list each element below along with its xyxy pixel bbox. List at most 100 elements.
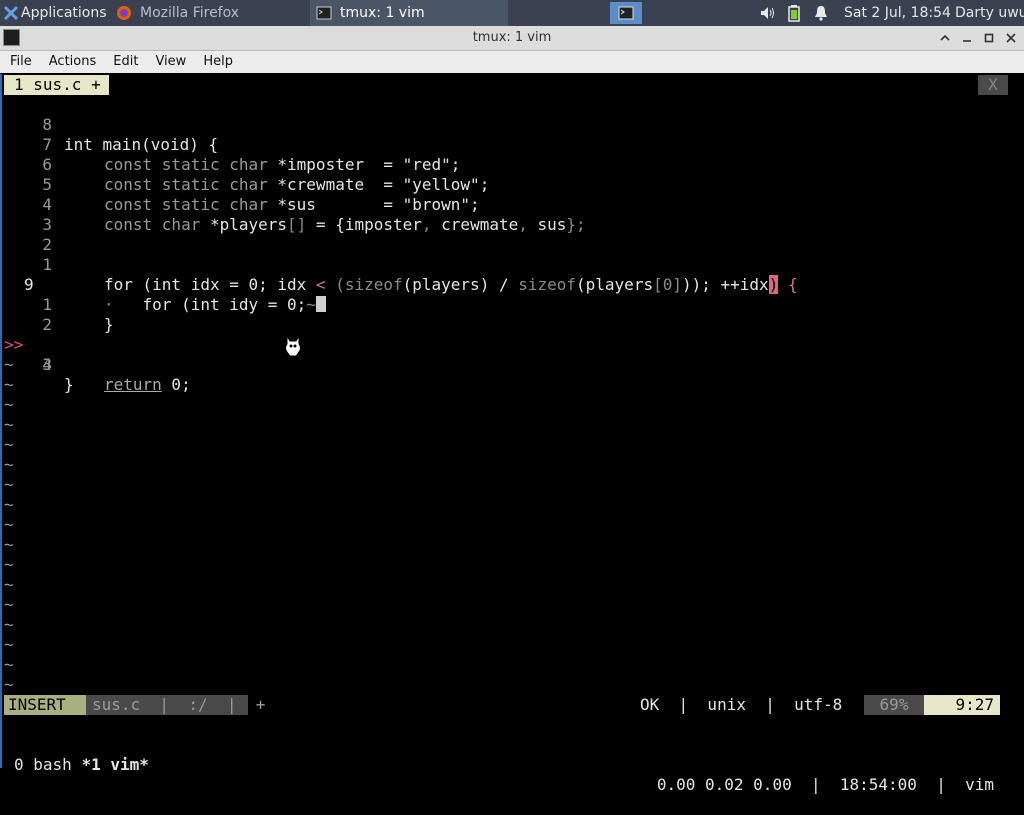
code-text: main(void) { — [92, 135, 219, 154]
statusline-file-format: OK | unix | utf-8 | c — [640, 695, 901, 714]
terminal-window-icon[interactable] — [3, 29, 20, 46]
empty-line-marker: ~ — [4, 555, 14, 574]
keyword-token: const static char — [104, 195, 268, 214]
code-text: (players — [576, 275, 654, 294]
empty-line-marker: ~ — [4, 415, 14, 434]
empty-line-marker: ~ — [4, 595, 14, 614]
battery-icon[interactable] — [787, 4, 801, 22]
close-window-icon[interactable] — [1004, 31, 1018, 45]
empty-line-marker: ~ — [4, 475, 14, 494]
menu-help[interactable]: Help — [196, 51, 240, 73]
code-line[interactable]: 1 } — [2, 275, 113, 334]
maximize-window-icon[interactable] — [982, 31, 996, 45]
code-text: for (int idx = 0; idx — [104, 275, 316, 294]
code-text: sizeof — [344, 275, 403, 294]
code-text: [0] — [653, 275, 682, 294]
empty-line-marker: ~ — [4, 455, 14, 474]
tmux-status-right: 0.00 0.02 0.00 | 18:54:00 | vim — [656, 775, 994, 794]
tmux-window-vim-active[interactable]: *1 vim* — [81, 755, 148, 774]
menu-actions[interactable]: Actions — [42, 51, 104, 73]
menu-bar: File Actions Edit View Help — [0, 51, 1024, 73]
current-code-line[interactable]: 9 · for (int idy = 0;~ — [2, 255, 326, 314]
tmux-window-bash[interactable]: 0 bash — [14, 755, 81, 774]
launcher-terminal-button[interactable] — [610, 2, 642, 24]
window-title: tmux: 1 vim — [472, 30, 552, 45]
menu-file[interactable]: File — [3, 51, 39, 73]
firefox-icon — [117, 6, 131, 20]
taskbar-item-firefox[interactable]: Mozilla Firefox — [110, 0, 308, 26]
code-line[interactable]: 7 const static char *imposter = "red"; — [2, 115, 460, 174]
code-line[interactable]: 4 const char *players[] = {imposter, cre… — [2, 175, 585, 234]
code-text: [] — [287, 215, 307, 234]
user-label[interactable]: Darty uwu — [955, 0, 1024, 26]
code-line[interactable]: 5 const static char *sus = "brown"; — [2, 155, 479, 214]
top-panel: Applications ⋮ Mozilla Firefox tmux: 1 v… — [0, 0, 1024, 26]
system-tray — [755, 0, 829, 26]
vim-tabline: 1 sus.c + X — [2, 75, 1024, 95]
vim-tab-close-button[interactable]: X — [978, 75, 1008, 95]
tmux-window-list: 0 bash *1 vim* — [14, 755, 149, 775]
code-text: = {imposter — [306, 215, 422, 234]
vim-tab-sus-c[interactable]: 1 sus.c + — [4, 75, 109, 95]
statusline-percent: 69% — [864, 695, 924, 715]
statusline-file-info: sus.c | :/ | + — [86, 695, 265, 715]
empty-line-marker: ~ — [4, 615, 14, 634]
code-text: crewmate — [431, 215, 519, 234]
code-line[interactable]: 2 — [2, 295, 52, 334]
code-text: }; — [566, 215, 586, 234]
code-text: { — [778, 275, 798, 294]
empty-line-marker: ~ — [4, 675, 14, 694]
tmux-statusbar: 0 bash *1 vim* 0.00 0.02 0.00 | 18:54:00… — [2, 735, 1024, 794]
code-text: , — [421, 215, 432, 234]
code-text: *sus = "brown"; — [267, 195, 480, 214]
code-line[interactable]: >> 3 return 0; — [2, 315, 191, 394]
terminal-area[interactable]: 1 sus.c + X 8 int main(void) { 7 const s… — [0, 74, 1024, 794]
code-text: sizeof — [518, 275, 577, 294]
clock[interactable]: Sat 2 Jul, 18:54 — [844, 0, 951, 26]
code-line[interactable]: 4 } — [2, 335, 73, 394]
empty-line-marker: ~ — [4, 395, 14, 414]
empty-line-marker: ~ — [4, 435, 14, 454]
code-text: (players) / — [402, 275, 519, 294]
code-text: ( — [325, 275, 345, 294]
code-line[interactable]: 8 int main(void) { — [2, 95, 218, 154]
keyword-token: int — [64, 135, 93, 154]
keyword-token: const char — [104, 215, 201, 234]
window-titlebar[interactable]: tmux: 1 vim — [0, 26, 1024, 51]
mode-indicator: INSERT — [4, 695, 86, 715]
window-controls — [938, 26, 1018, 50]
code-text: } — [64, 375, 74, 394]
indent-marker: · — [104, 295, 114, 314]
mouse-pointer-icon — [285, 334, 301, 357]
code-text: *players — [200, 215, 288, 234]
vim-statusline: INSERT sus.c | :/ | + OK | unix | utf-8 … — [2, 695, 1024, 715]
code-line[interactable]: 2 — [2, 215, 52, 254]
code-line[interactable]: 1 for (int idx = 0; idx < (sizeof(player… — [2, 235, 798, 294]
taskbar-item-label: Mozilla Firefox — [140, 5, 240, 21]
code-line[interactable]: 6 const static char *crewmate = "yellow"… — [2, 135, 489, 194]
code-text: *crewmate = "yellow"; — [267, 175, 490, 194]
statusline-cursor-position: 9:27 — [924, 695, 1000, 715]
text-cursor — [315, 296, 326, 312]
applications-menu[interactable]: Applications ⋮ — [0, 0, 125, 26]
empty-line-marker: ~ — [4, 575, 14, 594]
code-text: sus — [527, 215, 567, 234]
code-text: } — [104, 315, 114, 334]
notification-bell-icon[interactable] — [813, 5, 829, 21]
terminal-icon — [316, 6, 332, 20]
empty-line-marker: ~ — [4, 515, 14, 534]
code-text: )); ++idx — [681, 275, 769, 294]
menu-edit[interactable]: Edit — [106, 51, 145, 73]
menu-view[interactable]: View — [148, 51, 193, 73]
matched-bracket: ) — [768, 275, 779, 294]
volume-icon[interactable] — [759, 5, 777, 21]
minimize-window-icon[interactable] — [960, 31, 974, 45]
code-text: , — [518, 215, 528, 234]
taskbar-item-tmux[interactable]: tmux: 1 vim — [310, 0, 508, 26]
code-line[interactable]: 3 — [2, 195, 52, 234]
applications-label: Applications — [21, 5, 107, 21]
xfce-logo-icon — [3, 5, 19, 21]
shade-window-icon[interactable] — [938, 31, 952, 45]
keyword-token: const static char — [104, 155, 268, 174]
keyword-token: const static char — [104, 175, 268, 194]
